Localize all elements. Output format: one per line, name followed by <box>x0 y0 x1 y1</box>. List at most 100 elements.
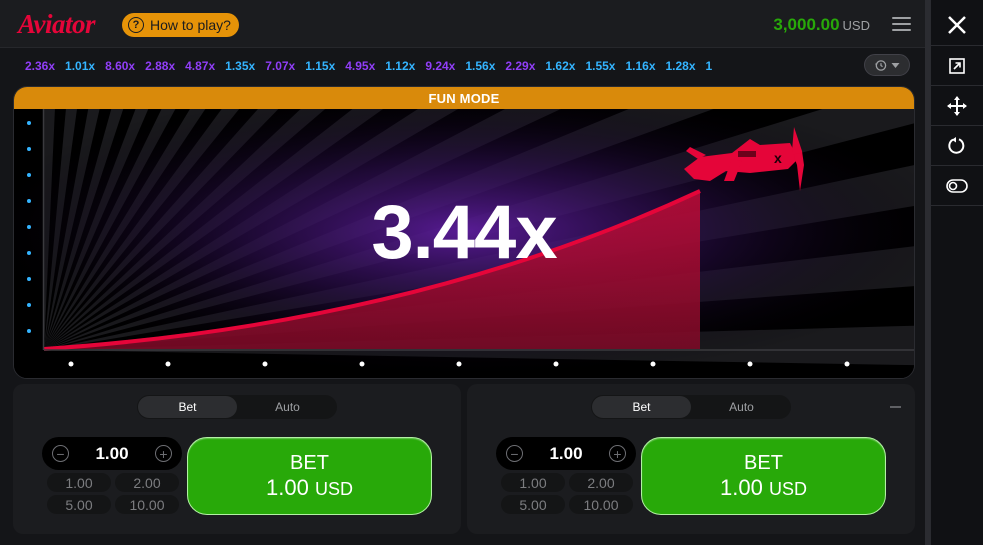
tab-auto[interactable]: Auto <box>238 395 337 419</box>
bet-button-value: 1.00 USD <box>266 475 353 502</box>
quick-bet-button[interactable]: 5.00 <box>47 495 111 514</box>
x-axis-dot <box>359 361 365 367</box>
y-axis-dot <box>27 173 31 177</box>
history-multiplier[interactable]: 1.35x <box>220 58 260 76</box>
balance: 3,000.00 USD <box>773 15 870 35</box>
reload-icon <box>948 136 965 154</box>
history-multiplier[interactable]: 1.28x <box>661 58 701 76</box>
balance-amount: 3,000.00 <box>773 15 840 34</box>
decrease-bet-button[interactable]: − <box>506 445 523 462</box>
bet-button-label: BET <box>744 451 783 474</box>
question-icon: ? <box>128 17 144 33</box>
bet-panel-2: Bet Auto − 1.00 + 1.00 2.00 5.00 10.00 B… <box>467 384 915 534</box>
x-axis-dot <box>165 361 171 367</box>
history-list: 2.36x 1.01x 8.60x 2.88x 4.87x 1.35x 7.07x 1.15x… <box>20 58 860 76</box>
bet-amount-stepper: − 1.00 + <box>496 437 636 470</box>
multiplier-history: 2.36x 1.01x 8.60x 2.88x 4.87x 1.35x 7.07x 1.15x… <box>0 48 925 84</box>
history-multiplier[interactable]: 4.87x <box>180 58 220 76</box>
aviator-logo: Aviator <box>18 9 96 39</box>
flight-canvas: x 3.44x <box>14 87 914 378</box>
how-to-play-button[interactable]: ? How to play? <box>122 13 239 37</box>
svg-text:x: x <box>774 150 782 166</box>
bet-button-currency: USD <box>314 478 353 499</box>
quick-bet-button[interactable]: 1.00 <box>501 473 565 492</box>
open-external-icon <box>949 57 965 74</box>
y-axis-dot <box>27 303 31 307</box>
bet-button-amount: 1.00 <box>720 474 763 500</box>
open-external-button[interactable] <box>931 46 983 86</box>
history-multiplier[interactable]: 1.15x <box>300 58 340 76</box>
increase-bet-button[interactable]: + <box>155 445 172 462</box>
history-clock-icon <box>874 59 887 71</box>
place-bet-button[interactable]: BET 1.00 USD <box>641 437 886 515</box>
history-toggle-button[interactable] <box>864 54 910 76</box>
quick-bet-button[interactable]: 10.00 <box>569 495 633 514</box>
y-axis-dot <box>27 277 31 281</box>
bet-button-currency: USD <box>768 478 807 499</box>
toggle-button[interactable] <box>931 166 983 206</box>
place-bet-button[interactable]: BET 1.00 USD <box>187 437 432 515</box>
quick-bet-options: 1.00 2.00 5.00 10.00 <box>501 473 633 514</box>
bet-amount-stepper: − 1.00 + <box>42 437 182 470</box>
tab-bet[interactable]: Bet <box>592 396 691 418</box>
bet-panel-1: Bet Auto − 1.00 + 1.00 2.00 5.00 10.00 B… <box>13 384 461 534</box>
minus-icon <box>889 406 901 408</box>
tab-bet[interactable]: Bet <box>138 396 237 418</box>
remove-panel-button[interactable] <box>885 397 905 417</box>
quick-bet-button[interactable]: 5.00 <box>501 495 565 514</box>
history-fade <box>830 54 865 78</box>
history-multiplier[interactable]: 2.88x <box>140 58 180 76</box>
close-button[interactable] <box>931 4 983 46</box>
history-multiplier[interactable]: 1.01x <box>60 58 100 76</box>
move-button[interactable] <box>931 86 983 126</box>
reload-button[interactable] <box>931 126 983 166</box>
y-axis-dot <box>27 329 31 333</box>
history-multiplier[interactable]: 9.24x <box>420 58 460 76</box>
x-axis-dot <box>747 361 753 367</box>
aviator-app: Aviator ? How to play? 3,000.00 USD 2.36x… <box>0 0 983 545</box>
increase-bet-button[interactable]: + <box>609 445 626 462</box>
history-multiplier[interactable]: 2.29x <box>500 58 540 76</box>
history-multiplier[interactable]: 1.55x <box>580 58 620 76</box>
bet-amount-input[interactable]: 1.00 <box>72 444 152 464</box>
header: Aviator ? How to play? 3,000.00 USD <box>0 0 925 48</box>
balance-currency: USD <box>842 18 870 33</box>
fun-mode-banner: FUN MODE <box>14 87 914 109</box>
quick-bet-button[interactable]: 10.00 <box>115 495 179 514</box>
history-multiplier[interactable]: 1.12x <box>380 58 420 76</box>
y-axis-dot <box>27 121 31 125</box>
quick-bet-button[interactable]: 1.00 <box>47 473 111 492</box>
x-axis-dot <box>68 361 74 367</box>
bet-amount-input[interactable]: 1.00 <box>526 444 606 464</box>
current-multiplier: 3.44x <box>371 190 557 275</box>
history-multiplier[interactable]: 1.16x <box>620 58 660 76</box>
quick-bet-button[interactable]: 2.00 <box>569 473 633 492</box>
bet-button-amount: 1.00 <box>266 474 309 500</box>
bet-button-value: 1.00 USD <box>720 475 807 502</box>
history-multiplier[interactable]: 1.62x <box>540 58 580 76</box>
tab-auto[interactable]: Auto <box>692 395 791 419</box>
bet-mode-switcher: Bet Auto <box>137 395 337 419</box>
decrease-bet-button[interactable]: − <box>52 445 69 462</box>
history-multiplier[interactable]: 7.07x <box>260 58 300 76</box>
x-axis-dot <box>262 361 268 367</box>
game-area: Aviator ? How to play? 3,000.00 USD 2.36x… <box>0 0 925 545</box>
game-stage: FUN MODE x 3.44x <box>13 86 915 379</box>
close-icon <box>948 15 966 34</box>
hamburger-menu-icon[interactable] <box>892 17 911 31</box>
history-multiplier[interactable]: 8.60x <box>100 58 140 76</box>
y-axis-dot <box>27 147 31 151</box>
chevron-down-icon <box>891 62 900 68</box>
quick-bet-options: 1.00 2.00 5.00 10.00 <box>47 473 179 514</box>
x-axis-dot <box>456 361 462 367</box>
history-multiplier[interactable]: 1.56x <box>460 58 500 76</box>
x-axis-dot <box>553 361 559 367</box>
history-multiplier[interactable]: 4.95x <box>340 58 380 76</box>
x-axis-dot <box>844 361 850 367</box>
bet-button-label: BET <box>290 451 329 474</box>
side-toolbar <box>930 0 983 545</box>
quick-bet-button[interactable]: 2.00 <box>115 473 179 492</box>
move-icon <box>947 95 967 116</box>
history-multiplier[interactable]: 2.36x <box>20 58 60 76</box>
history-multiplier[interactable]: 1 <box>701 58 718 76</box>
